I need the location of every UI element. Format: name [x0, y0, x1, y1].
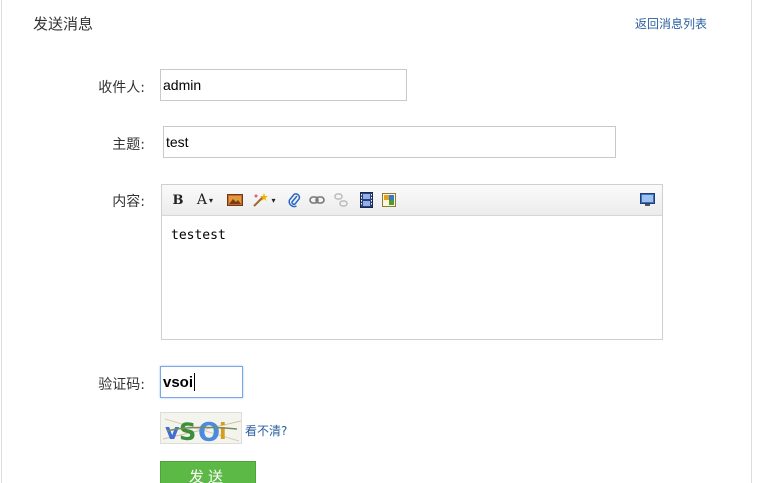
bold-icon[interactable]: B: [171, 191, 185, 209]
fullscreen-icon[interactable]: [638, 191, 656, 209]
attachment-icon[interactable]: [286, 191, 302, 209]
text-caret: [194, 373, 196, 391]
recipient-value: admin: [163, 77, 202, 93]
captcha-refresh-link[interactable]: 看不清?: [245, 422, 287, 439]
captcha-value: vsoi: [163, 373, 194, 391]
svg-text:S: S: [179, 418, 196, 444]
captcha-label: 验证码:: [98, 377, 145, 393]
captcha-image[interactable]: v S O i: [160, 412, 242, 444]
rich-text-editor: B A ▾ ▾ testest: [161, 184, 663, 340]
editor-content-area[interactable]: testest: [162, 216, 662, 255]
subject-label: 主题:: [112, 137, 145, 153]
main-panel: 发送消息 返回消息列表 收件人: admin 主题: test 内容: B A ▾…: [1, 0, 752, 483]
subject-value: test: [166, 134, 189, 150]
captcha-input[interactable]: vsoi: [160, 366, 243, 398]
subject-input[interactable]: test: [163, 126, 616, 158]
magic-wand-icon[interactable]: ▾: [250, 191, 278, 209]
content-label: 内容:: [112, 194, 145, 210]
video-icon[interactable]: [358, 191, 374, 209]
svg-text:O: O: [198, 418, 220, 444]
unlink-icon[interactable]: [332, 191, 350, 209]
back-to-message-list-link[interactable]: 返回消息列表: [635, 15, 707, 32]
editor-toolbar: B A ▾ ▾: [162, 185, 662, 216]
message-body-text: testest: [171, 228, 226, 243]
recipient-input[interactable]: admin: [160, 69, 407, 101]
recipient-label: 收件人:: [98, 80, 145, 96]
link-icon[interactable]: [308, 191, 326, 209]
send-button[interactable]: 发送: [160, 461, 256, 483]
media-icon[interactable]: [381, 191, 397, 209]
font-color-icon[interactable]: A ▾: [193, 191, 217, 209]
image-icon[interactable]: [226, 191, 244, 209]
page-title: 发送消息: [33, 15, 94, 33]
svg-text:i: i: [219, 420, 227, 444]
svg-text:v: v: [165, 420, 180, 444]
